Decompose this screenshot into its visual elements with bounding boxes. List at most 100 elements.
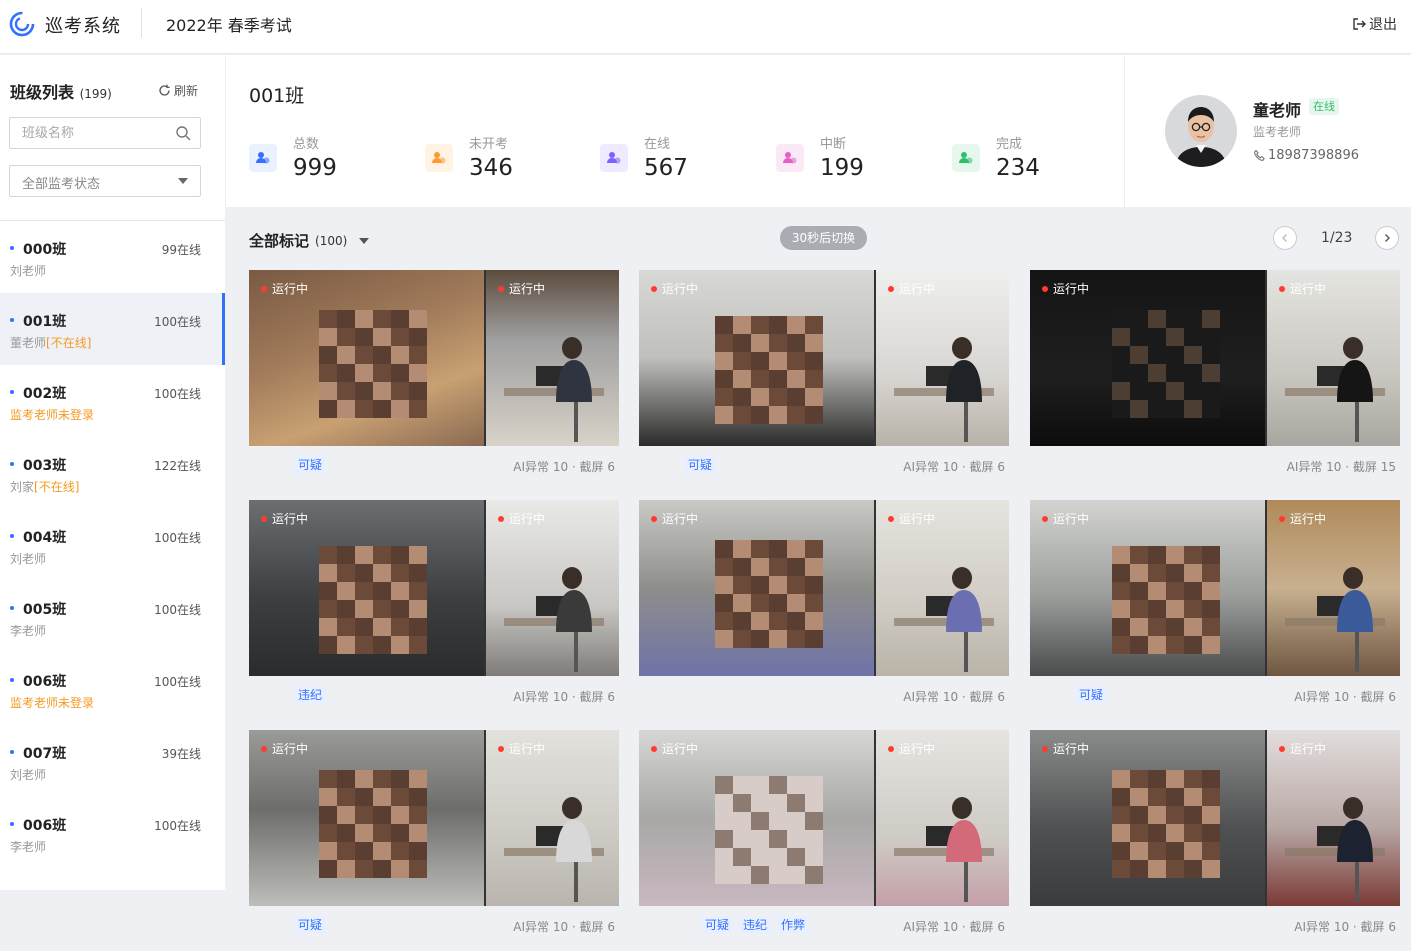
front-camera-feed[interactable]: 运行中	[1030, 730, 1265, 906]
card-meta-row: 可疑 AI异常 10 · 截屏 6	[1030, 686, 1400, 706]
student-monitor-card[interactable]: 运行中 运行中	[1030, 500, 1400, 676]
front-camera-feed[interactable]: 运行中	[1030, 270, 1265, 446]
stat-label-total: 总数	[293, 137, 320, 152]
class-list-item[interactable]: 000班 99在线 刘老师	[0, 221, 225, 293]
side-camera-feed[interactable]: 运行中	[486, 270, 619, 446]
class-list-item[interactable]: 002班 100在线 监考老师未登录	[0, 365, 225, 437]
class-online-count: 100在线	[154, 603, 201, 617]
class-list-item[interactable]: 001班 100在线 董老师[不在线]	[0, 293, 225, 365]
student-monitor-card[interactable]: 运行中 运行中	[249, 500, 619, 676]
class-online-count: 100在线	[154, 675, 201, 689]
next-page-button[interactable]	[1375, 226, 1399, 250]
privacy-mosaic	[715, 540, 823, 648]
card-meta-row: 可疑 违纪 作弊 AI异常 10 · 截屏 6	[639, 916, 1009, 936]
prev-page-button[interactable]	[1273, 226, 1297, 250]
status-filter-select[interactable]: 全部监考状态	[9, 165, 201, 197]
class-bullet	[10, 246, 14, 250]
front-camera-feed[interactable]: 运行中	[249, 730, 484, 906]
stat-value-interrupted: 199	[820, 155, 864, 181]
side-camera-feed[interactable]: 运行中	[486, 500, 619, 676]
side-camera-feed[interactable]: 运行中	[1267, 730, 1400, 906]
side-camera-feed[interactable]: 运行中	[876, 500, 1009, 676]
chevron-down-icon	[359, 237, 370, 244]
class-name: 006班	[23, 818, 67, 834]
privacy-mosaic	[319, 770, 427, 878]
logout-button[interactable]: 退出	[1352, 14, 1397, 34]
class-list-item[interactable]: 003班 122在线 刘家[不在线]	[0, 437, 225, 509]
mark-tag[interactable]: 可疑	[684, 456, 717, 474]
class-teacher: 李老师	[10, 624, 47, 638]
teacher-online-badge: 在线	[1309, 98, 1339, 115]
class-name: 001班	[23, 314, 67, 330]
front-camera-feed[interactable]: 运行中	[249, 270, 484, 446]
marks-filter-dropdown[interactable]: 全部标记 (100)	[249, 230, 370, 251]
class-bullet	[10, 318, 14, 322]
teacher-role: 监考老师	[1253, 125, 1302, 139]
front-camera-feed[interactable]: 运行中	[249, 500, 484, 676]
front-camera-feed[interactable]: 运行中	[639, 730, 874, 906]
side-camera-feed[interactable]: 运行中	[876, 730, 1009, 906]
class-list: 000班 99在线 刘老师 001班 100在线 董老师[不在线] 002班 100在线 监考老…	[0, 221, 225, 869]
running-label: 运行中	[662, 742, 699, 756]
mark-tag[interactable]: 可疑	[294, 456, 327, 474]
live-dot-icon	[261, 515, 267, 522]
ai-anomaly-count: AI异常 10	[1294, 920, 1350, 934]
class-online-count: 99在线	[161, 243, 201, 257]
running-status-tag: 运行中	[651, 510, 698, 527]
stat-value-not-started: 346	[469, 155, 513, 181]
running-status-tag: 运行中	[888, 510, 935, 527]
stat-label-not-started: 未开考	[469, 137, 509, 152]
side-camera-feed[interactable]: 运行中	[1267, 270, 1400, 446]
mark-tag[interactable]: 可疑	[1075, 686, 1108, 704]
front-camera-feed[interactable]: 运行中	[1030, 500, 1265, 676]
class-bullet	[10, 534, 14, 538]
class-list-item[interactable]: 005班 100在线李老师	[0, 581, 225, 653]
running-label: 运行中	[509, 282, 546, 296]
chevron-right-icon	[1385, 234, 1390, 242]
class-list-item[interactable]: 007班 39在线 刘老师	[0, 725, 225, 797]
running-label: 运行中	[899, 282, 936, 296]
class-list-item[interactable]: 004班 100在线 刘老师	[0, 509, 225, 581]
student-monitor-card[interactable]: 运行中 运行中	[639, 500, 1009, 676]
screenshot-count: 截屏 6	[969, 690, 1005, 704]
side-camera-feed[interactable]: 运行中	[1267, 500, 1400, 676]
privacy-mosaic	[1112, 546, 1220, 654]
student-monitor-card[interactable]: 运行中 运行中	[639, 270, 1009, 446]
class-teacher-status: [不在线]	[46, 336, 92, 350]
front-camera-feed[interactable]: 运行中	[639, 500, 874, 676]
search-icon[interactable]	[175, 125, 191, 141]
mark-tag[interactable]: 违纪	[739, 916, 772, 934]
student-monitor-card[interactable]: 运行中 运行中	[639, 730, 1009, 906]
mark-tag[interactable]: 可疑	[294, 916, 327, 934]
mark-tag[interactable]: 可疑	[701, 916, 734, 934]
refresh-button[interactable]: 刷新	[158, 82, 198, 99]
running-status-tag: 运行中	[261, 280, 308, 297]
class-online-count: 100在线	[154, 531, 201, 545]
live-dot-icon	[1279, 515, 1285, 522]
class-teacher-line: 刘家[不在线]	[10, 478, 79, 495]
student-monitor-card[interactable]: 运行中 运行中	[1030, 270, 1400, 446]
mark-tag[interactable]: 作弊	[777, 916, 810, 934]
app-logo-icon	[9, 11, 35, 37]
class-teacher-status: 监考老师未登录	[10, 408, 95, 422]
exam-title: 2022年 春季考试	[166, 16, 292, 35]
student-monitor-card[interactable]: 运行中 运行中	[1030, 730, 1400, 906]
running-label: 运行中	[899, 512, 936, 526]
class-name: 005班	[23, 602, 67, 618]
running-label: 运行中	[272, 512, 309, 526]
class-list-item[interactable]: 006班 100在线 李老师	[0, 797, 225, 869]
app-title: 巡考系统	[45, 16, 121, 37]
front-camera-feed[interactable]: 运行中	[639, 270, 874, 446]
mark-tag[interactable]: 违纪	[294, 686, 327, 704]
live-dot-icon	[888, 745, 894, 752]
class-name: 002班	[23, 386, 67, 402]
side-camera-feed[interactable]: 运行中	[876, 270, 1009, 446]
screenshot-count: 截屏 15	[1352, 460, 1396, 474]
side-camera-feed[interactable]: 运行中	[486, 730, 619, 906]
student-monitor-card[interactable]: 运行中 运行中	[249, 730, 619, 906]
student-monitor-card[interactable]: 运行中 运行中	[249, 270, 619, 446]
card-counts: AI异常 10 · 截屏 6	[903, 690, 1005, 704]
class-search-input[interactable]	[10, 118, 160, 148]
live-dot-icon	[1042, 745, 1048, 752]
class-list-item[interactable]: 006班 100在线 监考老师未登录	[0, 653, 225, 725]
